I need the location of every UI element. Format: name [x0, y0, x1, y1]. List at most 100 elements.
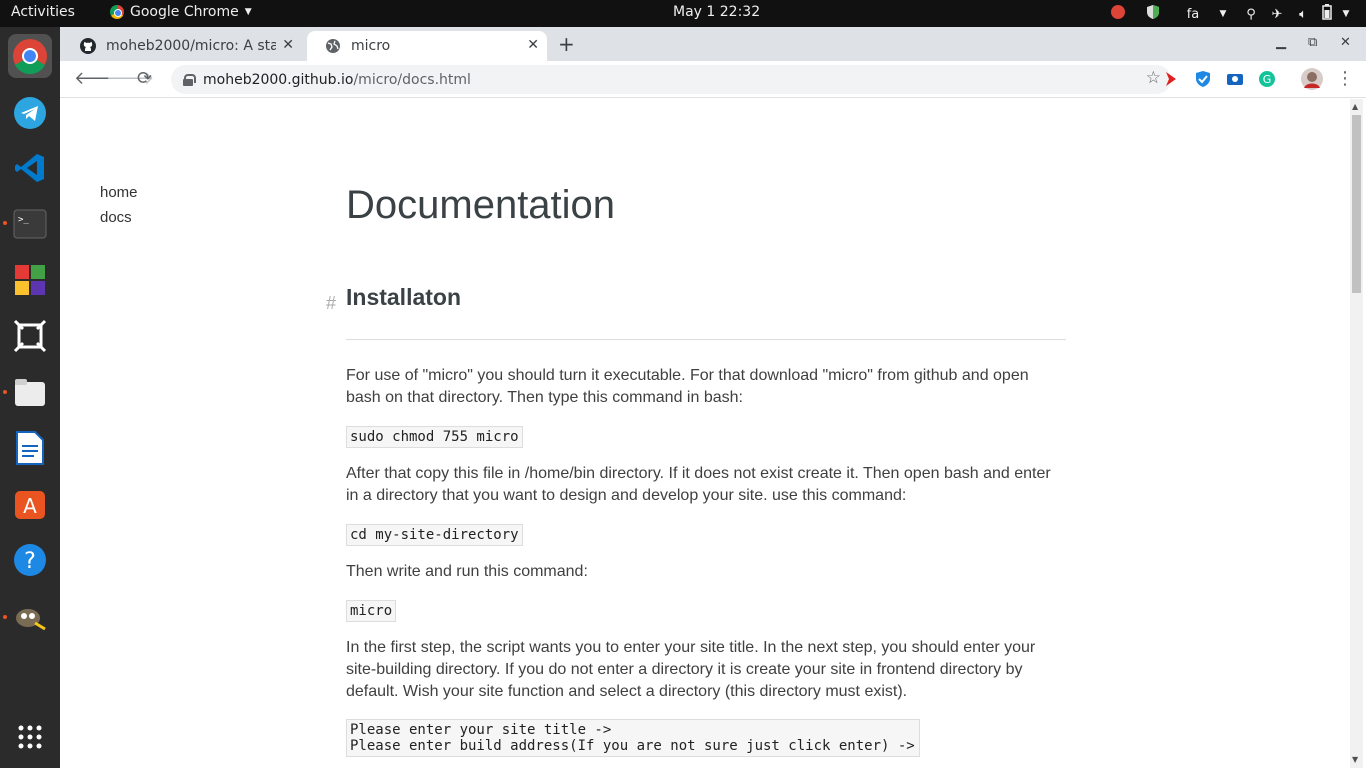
code-block-4: Please enter your site title -> Please en…	[346, 719, 920, 757]
code-block-2: cd my-site-directory	[346, 524, 523, 546]
keyboard-layout[interactable]: fa	[1178, 7, 1208, 22]
avatar[interactable]	[1301, 68, 1323, 90]
svg-text:A: A	[23, 494, 37, 518]
dock-gimp[interactable]	[8, 594, 52, 638]
translate-extension-icon[interactable]	[1226, 70, 1244, 88]
shield-icon[interactable]	[1128, 4, 1178, 24]
bookmark-star-icon[interactable]: ☆	[1146, 68, 1161, 88]
telegram-icon	[14, 97, 46, 129]
svg-text:>_: >_	[18, 215, 29, 225]
paragraph-4: In the first step, the script wants you …	[346, 639, 1036, 700]
new-tab-icon[interactable]: +	[558, 32, 575, 56]
reload-icon[interactable]: ⟳	[137, 68, 152, 89]
code-line: Please enter build address(If you are no…	[350, 738, 915, 754]
dock-frame[interactable]	[8, 314, 52, 358]
caret-down-icon: ▼	[244, 7, 252, 17]
app-grid-icon	[18, 725, 42, 749]
lock-icon[interactable]	[183, 73, 196, 86]
help-icon: ?	[14, 544, 46, 576]
system-top-bar: Activities Google Chrome ▼ May 1 22:32 f…	[0, 0, 1366, 27]
close-tab-icon[interactable]: ✕	[282, 37, 294, 53]
running-indicator	[3, 221, 7, 225]
dock-files[interactable]	[8, 370, 52, 414]
running-indicator	[3, 615, 7, 619]
keyboard-layout-label: fa	[1186, 6, 1200, 22]
dock: >_ A ?	[0, 27, 60, 768]
close-window-icon[interactable]: ✕	[1340, 35, 1351, 50]
code-line: Please enter your site title ->	[350, 722, 612, 738]
nav-link-docs[interactable]: docs	[100, 209, 138, 226]
url-path: /micro/docs.html	[353, 71, 471, 88]
tab-title: micro	[351, 38, 391, 54]
paragraph-3: Then write and run this command:	[346, 563, 588, 580]
paragraph-2: After that copy this file in /home/bin d…	[346, 465, 1051, 504]
caret-down-icon[interactable]: ▼	[1338, 9, 1354, 19]
side-navigation: home docs	[100, 184, 138, 234]
scroll-down-icon[interactable]: ▼	[1352, 755, 1358, 764]
web-page: home docs Documentation # Installaton Fo…	[60, 99, 1336, 768]
svg-text:G: G	[1263, 73, 1272, 86]
frame-icon	[13, 319, 47, 353]
red-arrow-extension-icon[interactable]	[1162, 70, 1180, 88]
svg-text:?: ?	[24, 549, 36, 574]
dock-vscode[interactable]	[8, 146, 52, 190]
dock-windows[interactable]	[8, 258, 52, 302]
code-block-1: sudo chmod 755 micro	[346, 426, 523, 448]
gimp-icon	[16, 609, 46, 631]
vscode-icon	[15, 154, 44, 182]
tab-strip: moheb2000/micro: A static site generator…	[60, 27, 1366, 61]
dock-terminal[interactable]: >_	[8, 202, 52, 246]
globe-icon	[326, 39, 340, 53]
system-tray[interactable]: fa ▼ ⚲ ✈ 🔈︎ ▼	[1108, 4, 1354, 24]
tab-micro[interactable]: micro ✕	[307, 31, 547, 61]
terminal-icon: >_	[13, 209, 47, 239]
close-tab-icon[interactable]: ✕	[527, 37, 539, 53]
chrome-icon	[110, 5, 124, 19]
code-block-3: micro	[346, 600, 397, 622]
section-header: # Installaton	[326, 284, 1066, 340]
software-icon: A	[15, 491, 45, 519]
shield-extension-icon[interactable]	[1194, 70, 1212, 88]
tab-github[interactable]: moheb2000/micro: A static site generator…	[62, 31, 302, 61]
browser-toolbar: 🡐 🡒 ⟳ moheb2000.github.io/micro/docs.htm…	[60, 61, 1366, 98]
section-title: Installaton	[346, 284, 462, 310]
grammarly-extension-icon[interactable]: G	[1258, 70, 1276, 88]
clock[interactable]: May 1 22:32	[673, 4, 760, 20]
chrome-window: moheb2000/micro: A static site generator…	[60, 27, 1366, 768]
nav-link-home[interactable]: home	[100, 184, 138, 201]
url-host: moheb2000.github.io	[203, 71, 354, 88]
scrollbar-thumb[interactable]	[1352, 115, 1361, 293]
maximize-icon[interactable]: ⧉	[1308, 35, 1317, 50]
divider	[346, 339, 1066, 340]
activities-button[interactable]: Activities	[11, 4, 75, 20]
caret-down-icon[interactable]: ▼	[1208, 9, 1238, 19]
airplane-icon[interactable]: ✈	[1264, 7, 1290, 22]
dock-software[interactable]: A	[8, 482, 52, 526]
page-title: Documentation	[346, 183, 616, 227]
page-scrollbar[interactable]: ▲ ▼	[1336, 99, 1366, 768]
dock-telegram[interactable]	[8, 91, 52, 135]
windows-icon	[15, 265, 45, 295]
minimize-icon[interactable]: ▁	[1276, 35, 1286, 50]
github-icon	[80, 38, 96, 54]
battery-icon[interactable]	[1316, 4, 1338, 24]
tab-title: moheb2000/micro: A static site generator	[106, 38, 276, 54]
anchor-link[interactable]: #	[326, 293, 336, 314]
chrome-icon	[13, 39, 47, 74]
writer-icon	[16, 431, 44, 465]
app-menu[interactable]: Google Chrome ▼	[110, 4, 252, 20]
scroll-up-icon[interactable]: ▲	[1352, 102, 1358, 111]
kebab-menu-icon[interactable]: ⋮	[1336, 68, 1354, 89]
dock-chrome[interactable]	[8, 34, 52, 78]
running-indicator	[3, 390, 7, 394]
network-icon[interactable]: ⚲	[1238, 7, 1264, 22]
files-icon	[15, 379, 45, 406]
volume-icon[interactable]: 🔈︎	[1290, 7, 1316, 22]
dock-help[interactable]: ?	[8, 538, 52, 582]
address-bar[interactable]: moheb2000.github.io/micro/docs.html ☆	[171, 65, 1171, 94]
dock-app-grid[interactable]	[8, 715, 52, 759]
notification-icon[interactable]	[1108, 5, 1128, 23]
app-menu-label: Google Chrome	[130, 4, 239, 20]
paragraph-1: For use of "micro" you should turn it ex…	[346, 367, 1029, 406]
dock-writer[interactable]	[8, 426, 52, 470]
